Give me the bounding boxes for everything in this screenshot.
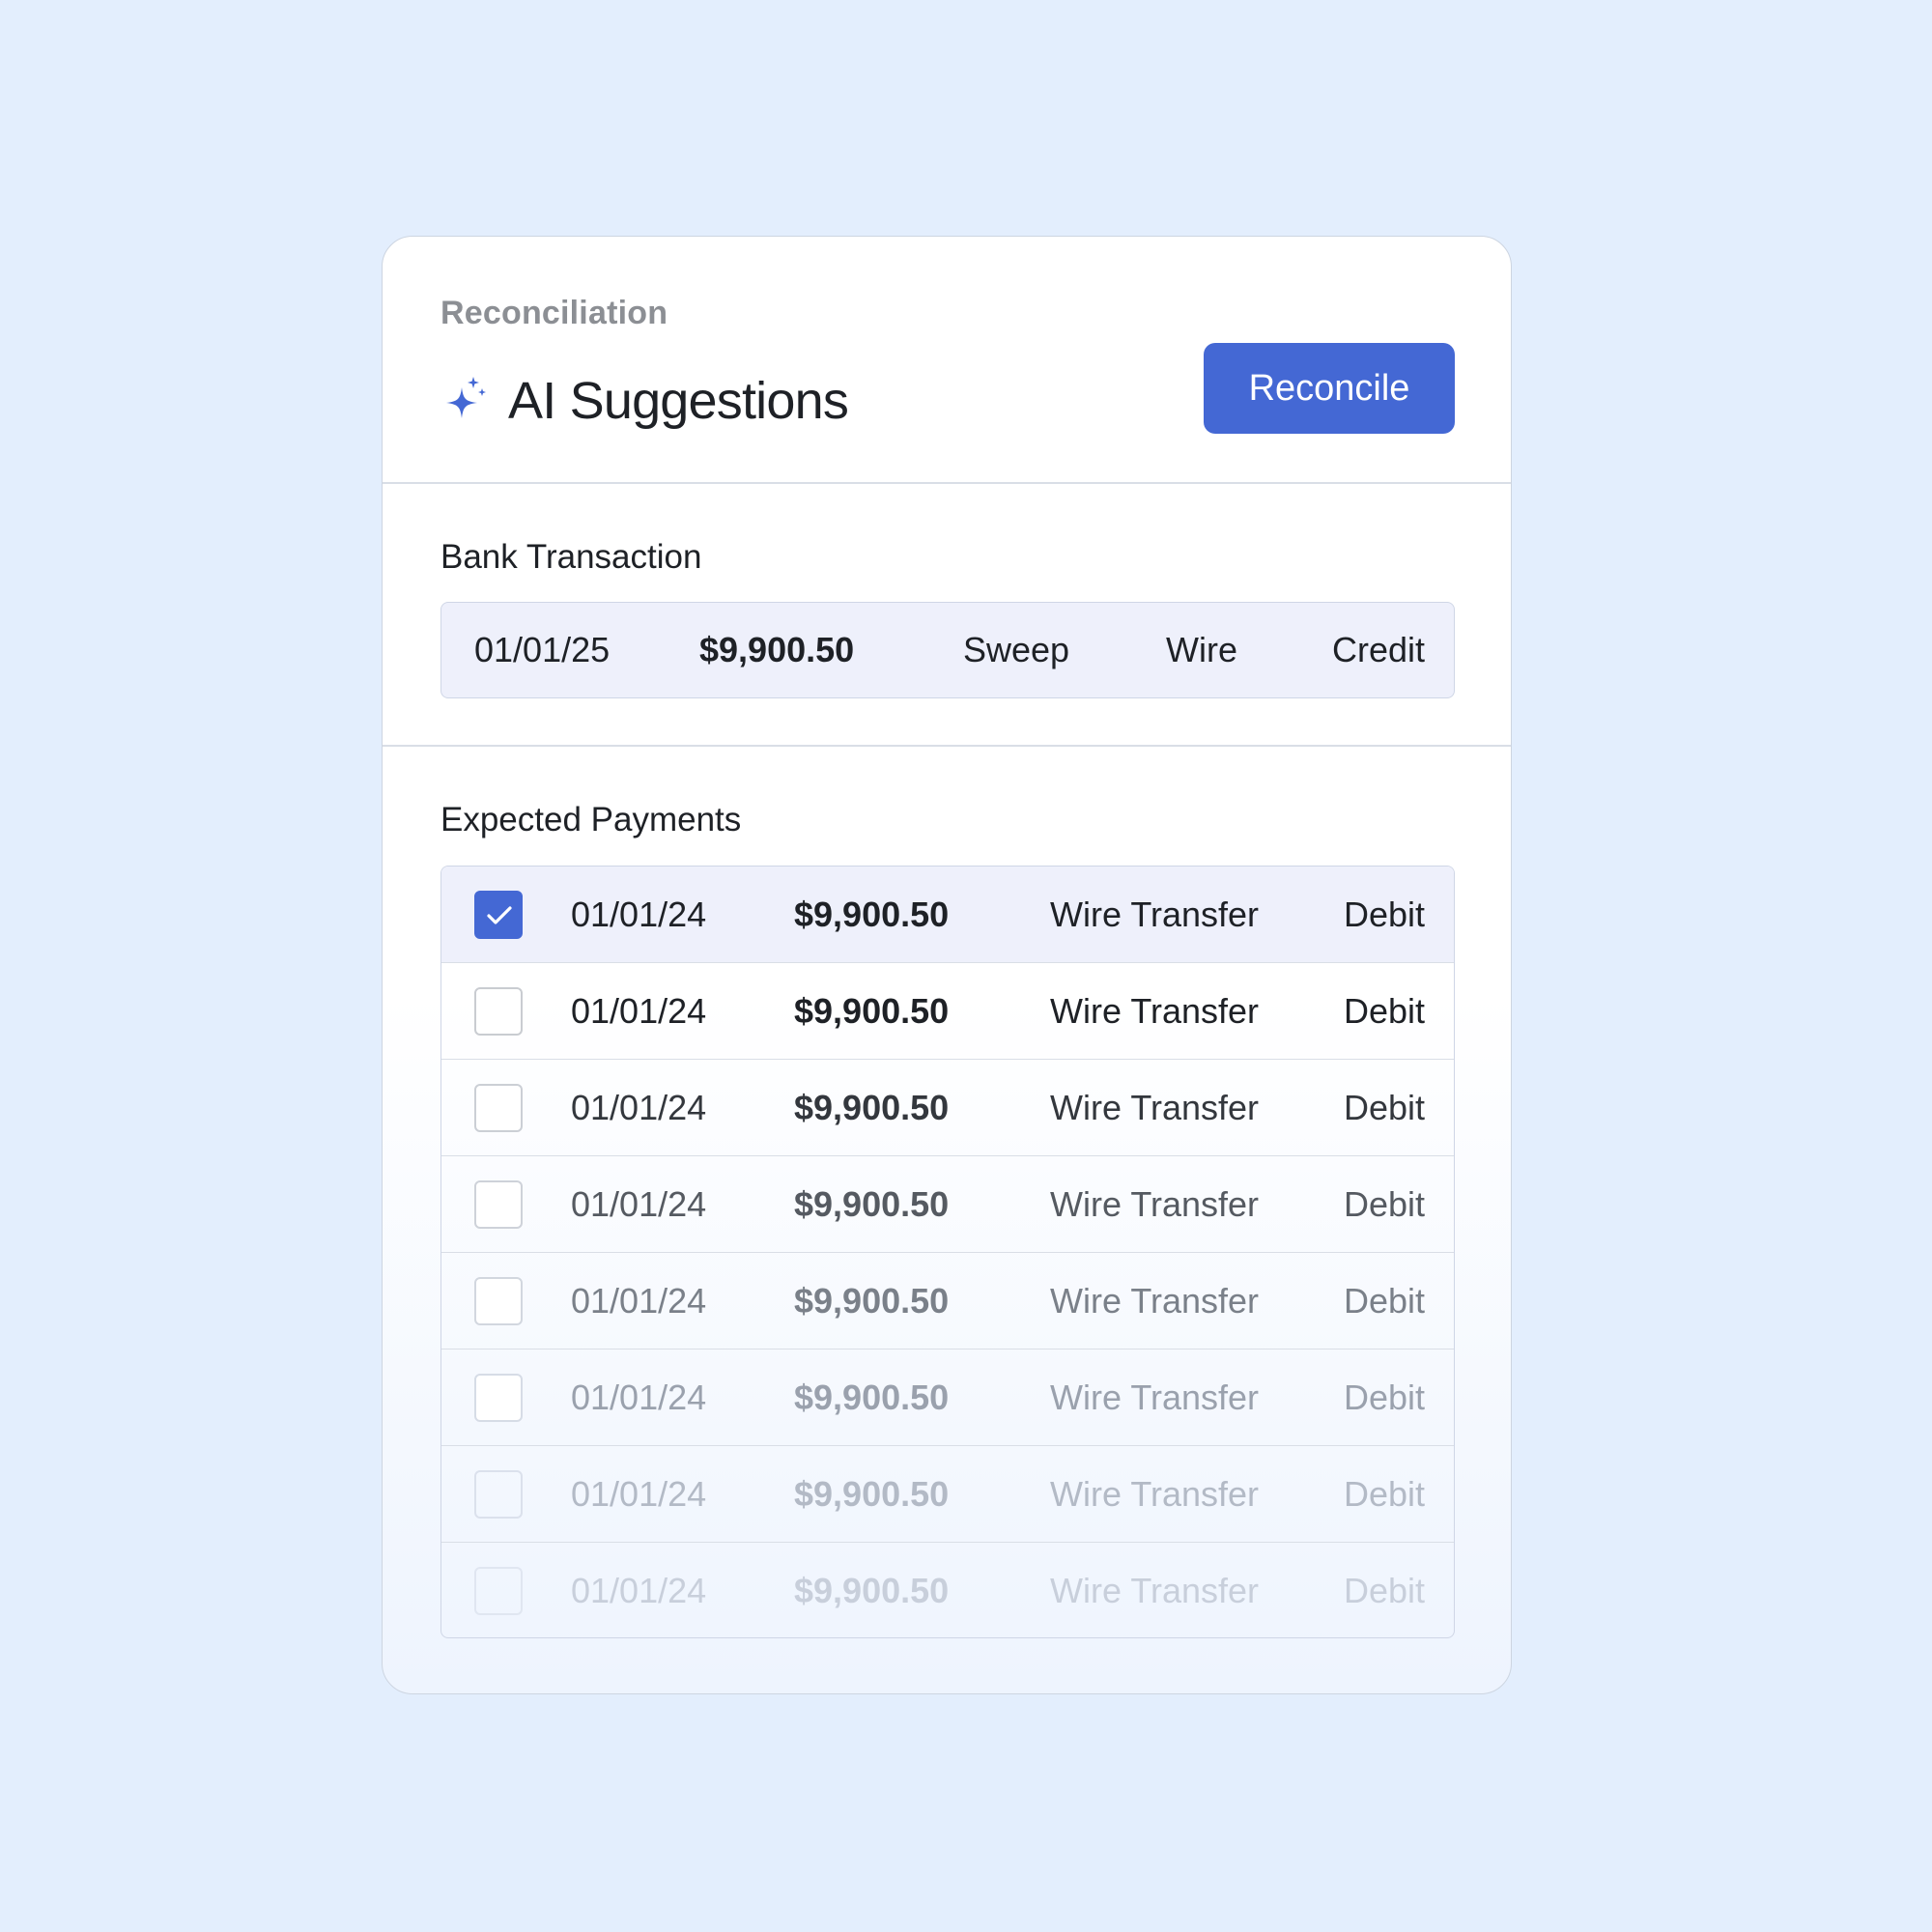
- payment-method: Wire Transfer: [1050, 1473, 1260, 1514]
- bank-transaction-amount: $9,900.50: [699, 630, 855, 669]
- payment-date: 01/01/24: [571, 1473, 707, 1514]
- payment-method: Wire Transfer: [1050, 1280, 1260, 1321]
- row-checkbox[interactable]: [474, 987, 523, 1036]
- payment-date: 01/01/24: [571, 1377, 707, 1417]
- payment-date: 01/01/24: [571, 1571, 707, 1610]
- expected-payments-section: Expected Payments 01/01/24 $9,900.50 Wir…: [383, 745, 1511, 1693]
- bank-transaction-direction: Credit: [1331, 630, 1425, 669]
- payment-date: 01/01/24: [571, 894, 707, 934]
- eyebrow-label: Reconciliation: [440, 295, 668, 331]
- expected-payments-table: 01/01/24 $9,900.50 Wire Transfer Debit 0…: [440, 866, 1455, 1638]
- reconcile-button[interactable]: Reconcile: [1204, 343, 1455, 434]
- payment-direction: Debit: [1343, 1473, 1425, 1514]
- table-row[interactable]: 01/01/24 $9,900.50 Wire Transfer Debit: [441, 1253, 1454, 1350]
- table-row[interactable]: 01/01/24 $9,900.50 Wire Transfer Debit: [441, 1060, 1454, 1156]
- payment-direction: Debit: [1343, 1183, 1425, 1224]
- row-checkbox[interactable]: [474, 1084, 523, 1132]
- payment-method: Wire Transfer: [1050, 1087, 1260, 1127]
- row-checkbox[interactable]: [474, 1277, 523, 1325]
- bank-transaction-method: Wire: [1166, 630, 1237, 669]
- payment-amount: $9,900.50: [794, 1183, 950, 1224]
- bank-transaction-row: 01/01/25 $9,900.50 Sweep Wire Credit: [440, 602, 1455, 698]
- table-row[interactable]: 01/01/24 $9,900.50 Wire Transfer Debit: [441, 1446, 1454, 1543]
- payment-direction: Debit: [1343, 894, 1425, 934]
- bank-transaction-section: Bank Transaction 01/01/25 $9,900.50 Swee…: [383, 482, 1511, 747]
- table-row[interactable]: 01/01/24 $9,900.50 Wire Transfer Debit: [441, 1350, 1454, 1446]
- row-checkbox[interactable]: [474, 1374, 523, 1422]
- payment-amount: $9,900.50: [794, 1571, 950, 1610]
- page-title: AI Suggestions: [508, 372, 849, 430]
- row-checkbox[interactable]: [474, 891, 523, 939]
- sparkle-icon: [446, 377, 486, 418]
- table-row[interactable]: 01/01/24 $9,900.50 Wire Transfer Debit: [441, 1543, 1454, 1637]
- payment-amount: $9,900.50: [794, 894, 950, 934]
- bank-transaction-description: Sweep: [963, 630, 1070, 669]
- payment-direction: Debit: [1343, 1087, 1425, 1127]
- bank-transaction-date: 01/01/25: [474, 630, 611, 669]
- payment-date: 01/01/24: [571, 1183, 707, 1224]
- payment-method: Wire Transfer: [1050, 1377, 1260, 1417]
- payment-method: Wire Transfer: [1050, 894, 1260, 934]
- payment-direction: Debit: [1343, 1280, 1425, 1321]
- payment-method: Wire Transfer: [1050, 1183, 1260, 1224]
- payment-method: Wire Transfer: [1050, 1571, 1260, 1610]
- table-row[interactable]: 01/01/24 $9,900.50 Wire Transfer Debit: [441, 1156, 1454, 1253]
- payment-amount: $9,900.50: [794, 1087, 950, 1127]
- payment-amount: $9,900.50: [794, 1473, 950, 1514]
- card-header: Reconciliation AI Suggestions Reconcile: [383, 237, 1511, 484]
- expected-payments-label: Expected Payments: [440, 801, 742, 838]
- row-checkbox[interactable]: [474, 1180, 523, 1229]
- payment-date: 01/01/24: [571, 1280, 707, 1321]
- payment-direction: Debit: [1343, 1571, 1425, 1610]
- checkmark-icon: [487, 906, 512, 924]
- title-row: AI Suggestions: [440, 367, 849, 435]
- payment-amount: $9,900.50: [794, 990, 950, 1031]
- payment-method: Wire Transfer: [1050, 990, 1260, 1031]
- reconciliation-card: Reconciliation AI Suggestions Reconcile …: [382, 236, 1512, 1694]
- row-checkbox[interactable]: [474, 1567, 523, 1615]
- payment-date: 01/01/24: [571, 990, 707, 1031]
- payment-amount: $9,900.50: [794, 1280, 950, 1321]
- row-checkbox[interactable]: [474, 1470, 523, 1519]
- payment-amount: $9,900.50: [794, 1377, 950, 1417]
- table-row[interactable]: 01/01/24 $9,900.50 Wire Transfer Debit: [441, 963, 1454, 1060]
- payment-direction: Debit: [1343, 990, 1425, 1031]
- payment-date: 01/01/24: [571, 1087, 707, 1127]
- payment-direction: Debit: [1343, 1377, 1425, 1417]
- bank-transaction-label: Bank Transaction: [440, 538, 702, 576]
- table-row[interactable]: 01/01/24 $9,900.50 Wire Transfer Debit: [441, 867, 1454, 963]
